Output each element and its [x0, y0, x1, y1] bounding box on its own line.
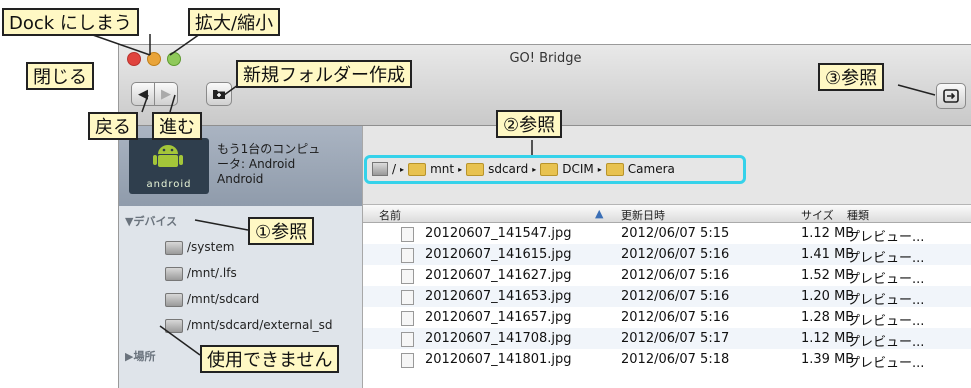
callout-unavailable: 使用できません	[200, 345, 340, 373]
annotation-leaders	[89, 33, 936, 356]
callout-dock: Dock にしまう	[2, 8, 139, 36]
callout-zoom: 拡大/縮小	[188, 8, 281, 36]
callout-back: 戻る	[88, 112, 138, 140]
callout-browse-2: ②参照	[496, 110, 563, 138]
callout-close: 閉じる	[26, 62, 94, 90]
callout-browse-1: ①参照	[248, 217, 315, 245]
callout-new-folder: 新規フォルダー作成	[236, 60, 412, 88]
callout-forward: 進む	[152, 112, 202, 140]
callout-browse-3: ③参照	[818, 63, 885, 91]
